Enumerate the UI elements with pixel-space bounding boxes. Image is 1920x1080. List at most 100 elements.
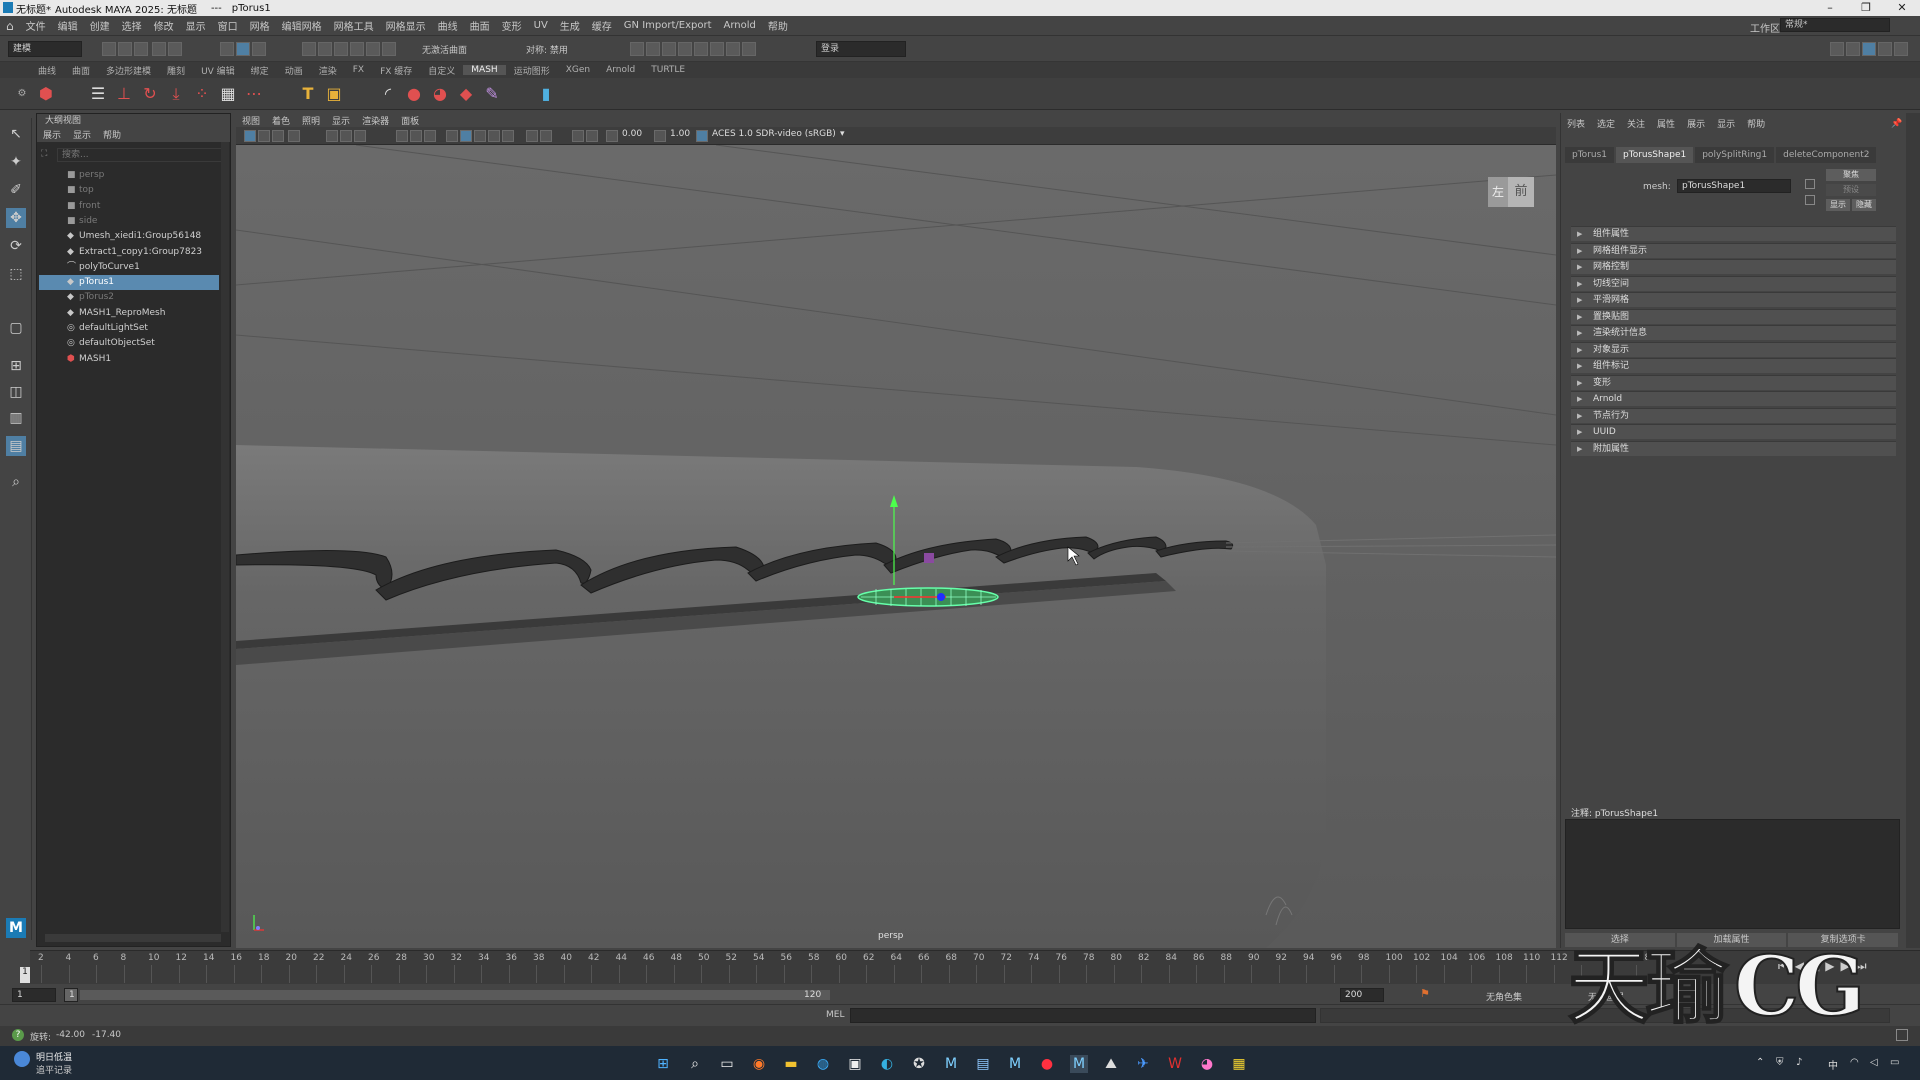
attribute-section[interactable]: ▶ 节点行为 [1571,407,1896,423]
show-button[interactable]: 显示 [1826,199,1850,211]
tab-polysplitring1[interactable]: polySplitRing1 [1695,147,1775,163]
attr-menu-list[interactable]: 列表 [1561,117,1591,131]
image-plane-icon[interactable] [288,130,300,142]
viewport-menu-show[interactable]: 显示 [326,114,356,127]
channel-box-icon[interactable] [1894,42,1908,56]
menuset-dropdown[interactable]: 建模 [8,41,82,57]
mash-network-icon[interactable]: ⬢ [36,84,56,104]
file-explorer-icon[interactable]: ▬ [782,1055,800,1073]
resolution-gate-icon[interactable] [354,130,366,142]
select-hierarchy-icon[interactable] [220,42,234,56]
menu-help[interactable]: 帮助 [762,18,794,33]
outliner-item[interactable]: ■ persp [39,168,219,183]
outliner-item[interactable]: ◆ MASH1_ReproMesh [39,306,219,321]
four-view-icon[interactable]: ⊞ [6,356,26,376]
shelf-tab-mash[interactable]: MASH [463,65,506,75]
outliner-item[interactable]: ⬢ MASH1 [39,352,219,367]
notes-textarea[interactable] [1565,819,1900,929]
search-icon[interactable]: ⌕ [686,1055,704,1073]
type-tool-icon[interactable]: T [298,84,318,104]
menu-arnold[interactable]: Arnold [718,20,762,31]
app-firefox-icon[interactable]: ◉ [750,1055,768,1073]
current-frame-marker[interactable]: 1 [20,967,30,983]
menu-cache[interactable]: 缓存 [586,18,618,33]
snap-surface-icon[interactable] [366,42,380,56]
go-to-output-icon[interactable] [1805,195,1815,205]
colorspace-dropdown[interactable]: ACES 1.0 SDR-video (sRGB) [712,129,836,139]
viewport-menu-lighting[interactable]: 照明 [296,114,326,127]
save-scene-icon[interactable] [134,42,148,56]
filter-icon[interactable]: ⛶ [41,149,47,159]
attribute-section[interactable]: ▶ 网格组件显示 [1571,242,1896,258]
menu-deform[interactable]: 变形 [496,18,528,33]
task-view-icon[interactable]: ▭ [718,1055,736,1073]
isolate-select-icon[interactable] [526,130,538,142]
pin-icon[interactable]: 📌 [1891,119,1902,129]
login-dropdown[interactable]: 登录 [816,41,906,57]
attribute-section[interactable]: ▶ 对象显示 [1571,341,1896,357]
arnold-pause-icon[interactable] [742,42,756,56]
tray-volume-icon[interactable]: ◁ [1870,1057,1878,1068]
camera-select-icon[interactable] [244,130,256,142]
home-icon[interactable]: ⌂ [0,19,20,33]
workspace-dropdown[interactable]: 常规* [1780,18,1890,32]
wireframe-icon[interactable] [396,130,408,142]
mash-rotate-icon[interactable]: ↻ [140,84,160,104]
arnold-render-icon[interactable] [710,42,724,56]
single-view-icon[interactable]: ▢ [6,318,26,338]
app-store-icon[interactable]: ▣ [846,1055,864,1073]
menu-edit[interactable]: 编辑 [52,18,84,33]
mash-dynamics-icon[interactable]: ◕ [430,84,450,104]
rotate-tool-icon[interactable]: ⟳ [6,236,26,256]
app-maya2-icon[interactable]: M [1006,1055,1024,1073]
weather-icon[interactable] [14,1051,30,1067]
smooth-shade-icon[interactable] [410,130,422,142]
menu-surfaces[interactable]: 曲面 [464,18,496,33]
color-management-icon[interactable] [696,130,708,142]
select-tool-icon[interactable]: ↖ [6,124,26,144]
tray-wifi-icon[interactable]: ◠ [1850,1057,1859,1068]
snap-point-icon[interactable] [334,42,348,56]
shadows-icon[interactable] [474,130,486,142]
ime-indicator[interactable]: 中 [1828,1057,1838,1072]
viewport-menu-shading[interactable]: 着色 [266,114,296,127]
two-view-icon[interactable]: ◫ [6,382,26,402]
shelf-tab-surfaces[interactable]: 曲面 [64,64,98,77]
symmetry-dropdown[interactable]: 对称: 禁用 [526,43,568,56]
menu-mesh-display[interactable]: 网格显示 [380,18,432,33]
shelf-tab-uv-editing[interactable]: UV 编辑 [193,64,243,77]
outliner-hscrollbar[interactable] [45,934,221,942]
attr-menu-help[interactable]: 帮助 [1741,117,1771,131]
shelf-tab-arnold[interactable]: Arnold [598,65,643,75]
outliner-view-icon[interactable]: ▥ [6,408,26,428]
open-scene-icon[interactable] [118,42,132,56]
snap-grid-icon[interactable] [302,42,316,56]
outliner-item[interactable]: ◆ pTorus1 [39,275,219,291]
app-chrome-icon[interactable]: ✪ [910,1055,928,1073]
shelf-tab-animation[interactable]: 动画 [277,64,311,77]
tray-chevron-icon[interactable]: ⌃ [1756,1057,1764,1068]
attribute-section[interactable]: ▶ 附加属性 [1571,440,1896,456]
outliner-item[interactable]: ■ side [39,214,219,229]
app-wps-icon[interactable]: W [1166,1055,1184,1073]
menu-mesh[interactable]: 网格 [244,18,276,33]
shelf-menu-icon[interactable]: ⚙ [12,84,32,104]
range-slider[interactable] [80,990,830,1000]
wireframe-on-shaded-icon[interactable] [424,130,436,142]
attr-menu-display[interactable]: 显示 [1711,117,1741,131]
focus-button[interactable]: 聚焦 [1826,169,1876,181]
render-settings-icon[interactable] [662,42,676,56]
shelf-tab-custom[interactable]: 自定义 [420,64,463,77]
viewport-scene[interactable] [236,145,1556,948]
textured-icon[interactable] [446,130,458,142]
shelf-tab-rigging[interactable]: 绑定 [243,64,277,77]
outliner-item[interactable]: ■ front [39,199,219,214]
attribute-section[interactable]: ▶ 组件标记 [1571,358,1896,373]
character-set-dropdown[interactable]: 无角色集 [1486,990,1522,1003]
shelf-tab-rendering[interactable]: 渲染 [311,64,345,77]
shelf-tab-poly-modeling[interactable]: 多边形建模 [98,64,159,77]
tray-battery-icon[interactable]: ▭ [1890,1057,1899,1068]
attr-menu-selected[interactable]: 选定 [1591,117,1621,131]
script-language-label[interactable]: MEL [826,1010,844,1020]
motion-blur-icon[interactable] [502,130,514,142]
